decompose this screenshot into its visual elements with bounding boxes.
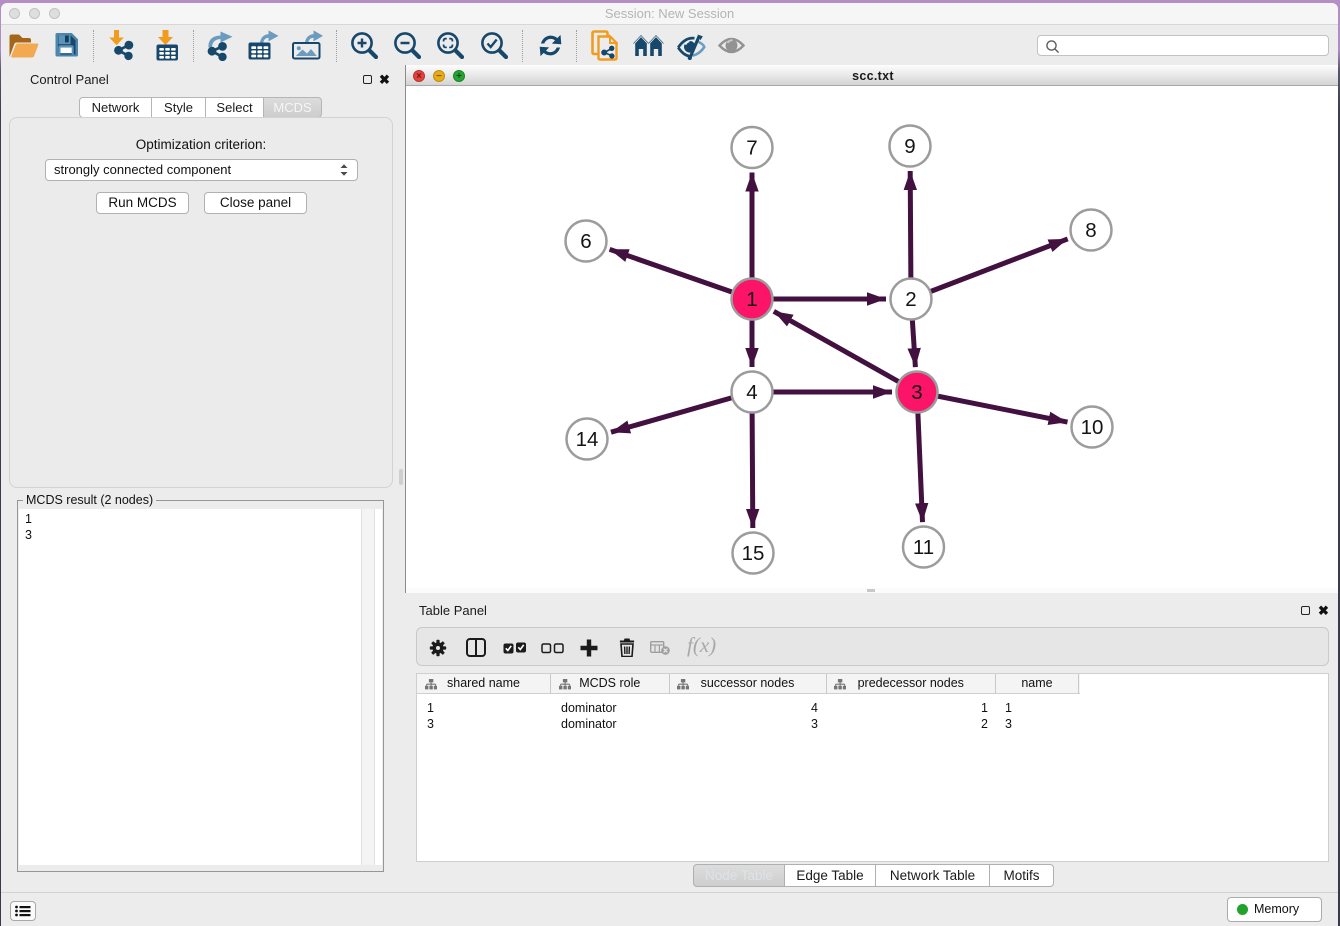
svg-text:3: 3 xyxy=(911,381,922,404)
svg-text:2: 2 xyxy=(905,288,916,311)
svg-text:14: 14 xyxy=(576,428,599,451)
svg-text:9: 9 xyxy=(904,135,915,158)
svg-text:11: 11 xyxy=(913,536,934,559)
svg-text:1: 1 xyxy=(746,288,757,311)
svg-text:6: 6 xyxy=(580,230,591,253)
svg-text:4: 4 xyxy=(746,381,757,404)
svg-text:10: 10 xyxy=(1081,416,1104,439)
svg-text:8: 8 xyxy=(1085,219,1096,242)
svg-text:7: 7 xyxy=(746,137,757,160)
svg-text:15: 15 xyxy=(742,542,765,565)
